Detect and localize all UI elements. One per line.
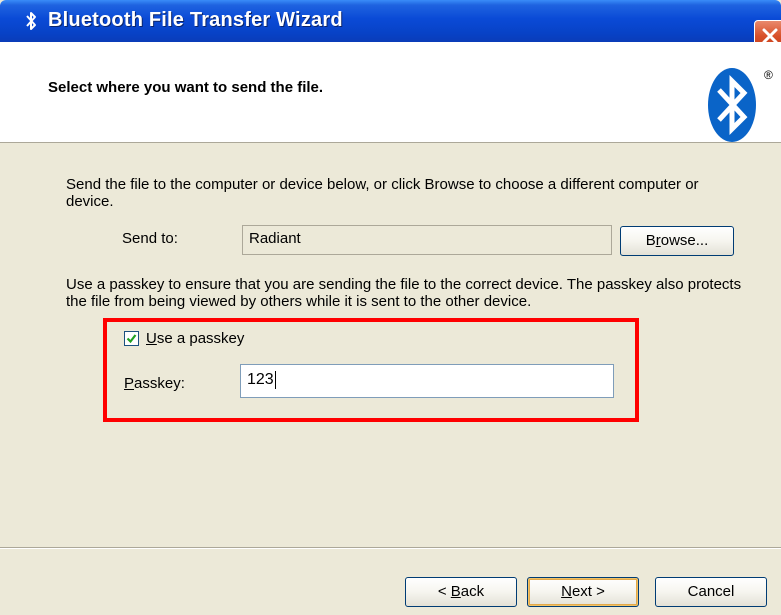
back-button[interactable]: < Back bbox=[405, 577, 517, 607]
passkey-input[interactable]: 123 bbox=[240, 364, 614, 398]
passkey-description: Use a passkey to ensure that you are sen… bbox=[66, 276, 742, 310]
cancel-button[interactable]: Cancel bbox=[655, 577, 767, 607]
next-button[interactable]: Next > bbox=[527, 577, 639, 607]
send-to-label: Send to: bbox=[122, 230, 178, 247]
send-to-field: Radiant bbox=[242, 225, 612, 255]
passkey-label: Passkey: bbox=[124, 375, 185, 392]
wizard-header: Select where you want to send the file. … bbox=[0, 42, 781, 143]
checkmark-icon bbox=[126, 334, 137, 344]
wizard-window: Bluetooth File Transfer Wizard Select wh… bbox=[0, 0, 781, 615]
intro-text: Send the file to the computer or device … bbox=[66, 176, 699, 210]
text-caret bbox=[274, 371, 276, 389]
browse-button[interactable]: Browse... bbox=[620, 226, 734, 256]
title-bar[interactable]: Bluetooth File Transfer Wizard bbox=[0, 0, 781, 52]
use-passkey-label[interactable]: Use a passkey bbox=[146, 330, 244, 347]
page-title: Select where you want to send the file. bbox=[48, 79, 324, 96]
registered-mark: ® bbox=[764, 68, 773, 82]
footer-divider bbox=[0, 547, 781, 549]
bluetooth-logo bbox=[708, 68, 756, 142]
bluetooth-icon bbox=[26, 12, 36, 30]
window-title: Bluetooth File Transfer Wizard bbox=[48, 9, 343, 31]
use-passkey-checkbox[interactable] bbox=[124, 331, 139, 346]
